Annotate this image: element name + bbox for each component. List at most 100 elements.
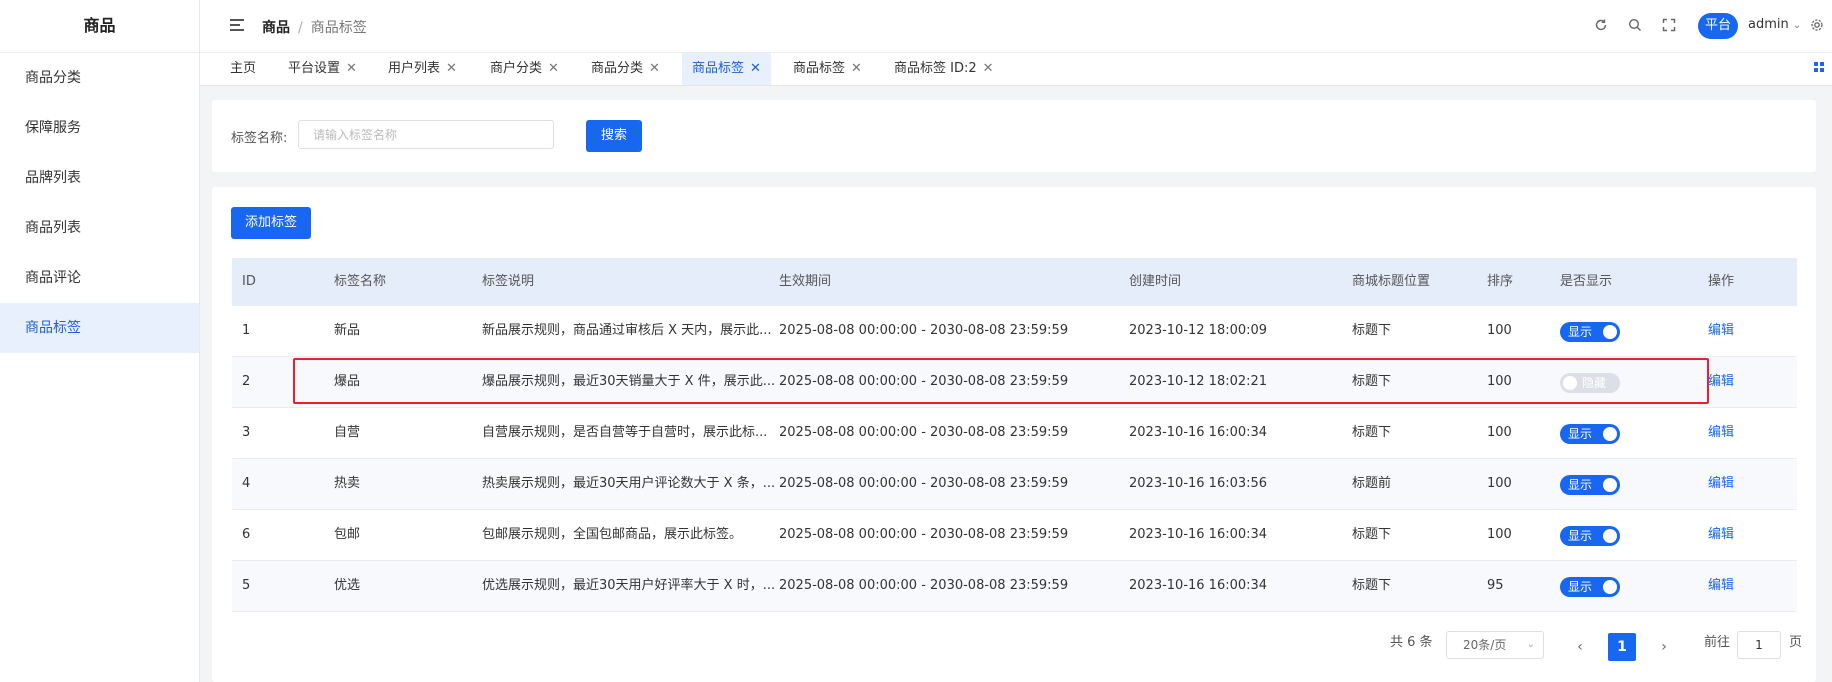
table-row: 4 热卖 热卖展示规则，最近30天用户评论数大于 X 条，... 2025-08… — [232, 459, 1797, 510]
tab-label: 平台设置 — [288, 61, 341, 76]
settings-icon[interactable] — [1809, 18, 1825, 34]
cell-position: 标题下 — [1352, 425, 1392, 440]
sidebar-title: 商品 — [0, 0, 199, 53]
cell-name: 自营 — [334, 425, 361, 440]
sidebar-item-product-category[interactable]: 商品分类 — [0, 53, 199, 103]
toggle-label: 隐藏 — [1582, 376, 1607, 390]
cell-period: 2025-08-08 00:00:00 - 2030-08-08 23:59:5… — [779, 374, 1069, 389]
tab-platform-settings[interactable]: 平台设置 ✕ — [278, 53, 367, 85]
table-row: 2 爆品 爆品展示规则，最近30天销量大于 X 件，展示此... 2025-08… — [232, 357, 1797, 408]
cell-name: 优选 — [334, 578, 361, 593]
platform-button[interactable]: 平台 — [1698, 13, 1738, 39]
top-header: 商品 / 商品标签 平台 admin ⌄ — [200, 0, 1832, 53]
tab-label: 商品标签 ID:2 — [894, 61, 977, 76]
cell-name: 热卖 — [334, 476, 361, 491]
cell-period: 2025-08-08 00:00:00 - 2030-08-08 23:59:5… — [779, 527, 1069, 542]
next-page-button[interactable]: › — [1650, 633, 1678, 661]
tab-product-tag-id2[interactable]: 商品标签 ID:2 ✕ — [884, 53, 1004, 85]
breadcrumb: 商品 / 商品标签 — [262, 17, 367, 37]
cell-position: 标题下 — [1352, 578, 1392, 593]
close-icon[interactable]: ✕ — [346, 61, 357, 76]
visibility-toggle[interactable]: 显示 — [1560, 322, 1620, 342]
tab-product-tags[interactable]: 商品标签 ✕ — [783, 53, 872, 85]
cell-period: 2025-08-08 00:00:00 - 2030-08-08 23:59:5… — [779, 425, 1069, 440]
table-row: 5 优选 优选展示规则，最近30天用户好评率大于 X 时，... 2025-08… — [232, 561, 1797, 612]
edit-link[interactable]: 编辑 — [1708, 408, 1734, 458]
edit-link[interactable]: 编辑 — [1708, 561, 1734, 611]
visibility-toggle[interactable]: 显示 — [1560, 526, 1620, 546]
visibility-toggle[interactable]: 显示 — [1560, 475, 1620, 495]
grid-menu-icon[interactable] — [1814, 62, 1824, 72]
table-row: 6 包邮 包邮展示规则，全国包邮商品，展示此标签。 2025-08-08 00:… — [232, 510, 1797, 561]
close-icon[interactable]: ✕ — [649, 61, 660, 76]
cell-position: 标题下 — [1352, 527, 1392, 542]
prev-page-button[interactable]: ‹ — [1566, 633, 1594, 661]
tag-list-panel: 添加标签 ID 标签名称 标签说明 生效期间 创建时间 商城标题位置 排序 是否… — [212, 187, 1816, 682]
tag-name-label: 标签名称: — [231, 131, 288, 146]
cell-sort: 100 — [1487, 527, 1512, 542]
breadcrumb-item[interactable]: 商品 — [262, 20, 290, 36]
fullscreen-icon[interactable] — [1661, 18, 1677, 34]
tab-product-category[interactable]: 商品分类 ✕ — [581, 53, 670, 85]
close-icon[interactable]: ✕ — [851, 61, 862, 76]
tab-user-list[interactable]: 用户列表 ✕ — [378, 53, 467, 85]
close-icon[interactable]: ✕ — [750, 61, 761, 76]
page-number-button[interactable]: 1 — [1608, 633, 1636, 661]
edit-link[interactable]: 编辑 — [1708, 459, 1734, 509]
cell-period: 2025-08-08 00:00:00 - 2030-08-08 23:59:5… — [779, 323, 1069, 338]
visibility-toggle[interactable]: 隐藏 — [1560, 373, 1620, 393]
cell-sort: 100 — [1487, 374, 1512, 389]
cell-created: 2023-10-12 18:02:21 — [1129, 374, 1268, 389]
visibility-toggle[interactable]: 显示 — [1560, 424, 1620, 444]
sidebar-item-brand-list[interactable]: 品牌列表 — [0, 153, 199, 203]
column-header-period: 生效期间 — [779, 274, 832, 289]
close-icon[interactable]: ✕ — [548, 61, 559, 76]
tags-table: ID 标签名称 标签说明 生效期间 创建时间 商城标题位置 排序 是否显示 操作… — [232, 258, 1797, 612]
cell-name: 包邮 — [334, 527, 361, 542]
cell-description: 包邮展示规则，全国包邮商品，展示此标签。 — [482, 527, 743, 542]
page-size-select[interactable]: 20条/页 ⌄ — [1446, 631, 1544, 659]
edit-link[interactable]: 编辑 — [1708, 306, 1734, 356]
cell-id: 2 — [242, 374, 251, 389]
cell-position: 标题前 — [1352, 476, 1392, 491]
tab-label: 主页 — [230, 61, 257, 76]
breadcrumb-separator: / — [298, 20, 303, 36]
menu-toggle-icon[interactable] — [230, 19, 244, 33]
goto-page-input[interactable]: 1 — [1737, 631, 1781, 659]
add-tag-button[interactable]: 添加标签 — [231, 207, 311, 239]
sidebar-item-product-reviews[interactable]: 商品评论 — [0, 253, 199, 303]
toggle-label: 显示 — [1568, 529, 1593, 543]
sidebar: 商品 商品分类 保障服务 品牌列表 商品列表 商品评论 商品标签 — [0, 0, 200, 682]
tab-product-tags-active[interactable]: 商品标签 ✕ — [682, 53, 771, 85]
close-icon[interactable]: ✕ — [983, 61, 994, 76]
cell-description: 爆品展示规则，最近30天销量大于 X 件，展示此... — [482, 374, 776, 389]
search-button[interactable]: 搜索 — [586, 120, 642, 152]
pagination-total: 共 6 条 — [1390, 635, 1433, 650]
search-icon[interactable] — [1627, 18, 1643, 34]
tab-merchant-category[interactable]: 商户分类 ✕ — [480, 53, 569, 85]
cell-sort: 100 — [1487, 476, 1512, 491]
tag-name-search-input[interactable] — [298, 120, 554, 149]
cell-created: 2023-10-16 16:00:34 — [1129, 527, 1268, 542]
toggle-label: 显示 — [1568, 580, 1593, 594]
cell-id: 6 — [242, 527, 251, 542]
sidebar-item-product-list[interactable]: 商品列表 — [0, 203, 199, 253]
cell-created: 2023-10-16 16:03:56 — [1129, 476, 1268, 491]
tab-label: 商品分类 — [591, 61, 644, 76]
edit-link[interactable]: 编辑 — [1708, 510, 1734, 560]
column-header-visible: 是否显示 — [1560, 274, 1613, 289]
sidebar-item-product-tags[interactable]: 商品标签 — [0, 303, 199, 353]
toggle-label: 显示 — [1568, 478, 1593, 492]
tab-home[interactable]: 主页 — [220, 53, 266, 85]
refresh-icon[interactable] — [1593, 18, 1609, 34]
user-menu[interactable]: admin ⌄ — [1748, 17, 1801, 32]
edit-link[interactable]: 编辑 — [1708, 357, 1734, 407]
sidebar-item-guarantee-service[interactable]: 保障服务 — [0, 103, 199, 153]
toggle-label: 显示 — [1568, 325, 1593, 339]
tab-label: 商品标签 — [692, 61, 745, 76]
close-icon[interactable]: ✕ — [446, 61, 457, 76]
tabs-bar: 主页 平台设置 ✕ 用户列表 ✕ 商户分类 ✕ 商品分类 ✕ 商品标签 ✕ 商品标签 ✕ 商… — [200, 53, 1832, 86]
visibility-toggle[interactable]: 显示 — [1560, 577, 1620, 597]
cell-period: 2025-08-08 00:00:00 - 2030-08-08 23:59:5… — [779, 476, 1069, 491]
cell-id: 4 — [242, 476, 251, 491]
